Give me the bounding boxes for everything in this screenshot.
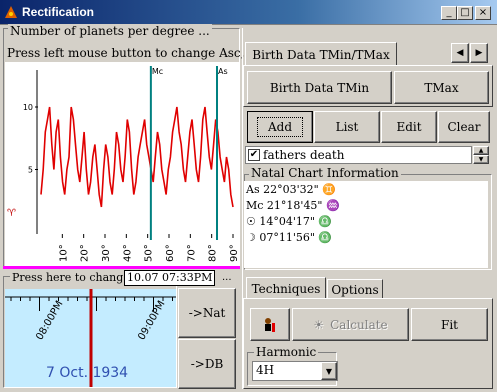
tab-scroll-right[interactable]: ▶: [470, 43, 488, 63]
natal-line: As 22°03'32" ♊: [246, 183, 336, 196]
event-checkbox[interactable]: ✔: [248, 149, 260, 161]
x-tick-label: 10°: [58, 244, 69, 262]
y-tick-label: 10: [23, 103, 33, 112]
time-tooltip: 10.07 07:33PM: [124, 270, 216, 286]
add-button-label: Add: [256, 117, 304, 137]
harmonic-label: Harmonic: [254, 345, 319, 359]
birth-tmin-button[interactable]: Birth Data TMin: [247, 71, 392, 104]
harmonic-value: 4H: [256, 363, 275, 377]
planet-chart[interactable]: 10 5 ♈ Mc As 10° 20° 30° 40° 50° 60° 70° 80° 90°: [5, 62, 240, 266]
series-line: [40, 106, 234, 208]
tab-scroll-left[interactable]: ◀: [451, 43, 469, 63]
planet-chart-svg: 10 5 ♈ Mc As 10° 20° 30° 40° 50° 60° 70° 80° 90°: [7, 66, 240, 262]
event-row: ✔ fathers death: [245, 146, 472, 164]
harmonic-select[interactable]: 4H ▼: [252, 361, 338, 381]
fit-button[interactable]: Fit: [411, 308, 488, 341]
x-tick-label: 70°: [186, 244, 197, 262]
natal-line: ☉ 14°04'17" ♎: [246, 215, 333, 228]
add-button[interactable]: Add: [247, 111, 313, 143]
tab-options[interactable]: Options: [327, 279, 383, 299]
x-tick-label: 50°: [144, 244, 155, 262]
natal-group-label: Natal Chart Information: [249, 166, 401, 180]
to-db-button[interactable]: ->DB: [178, 339, 236, 389]
calculate-button[interactable]: ☀ Calculate: [292, 308, 409, 341]
planets-group-label: Number of planets per degree ...: [8, 24, 212, 38]
tmax-button[interactable]: TMax: [394, 71, 489, 104]
minimize-button[interactable]: _: [441, 6, 457, 20]
close-button[interactable]: ×: [475, 6, 491, 20]
natal-info-box: As 22°03'32" ♊ Mc 21°18'45" ♒ ☉ 14°04'17" …: [244, 181, 488, 268]
timeline[interactable]: 08:00PM 09:00PM 7 Oct. 1934: [5, 289, 176, 387]
event-check-label: fathers death: [263, 148, 345, 162]
marker-label: Mc: [152, 67, 163, 76]
to-nat-button[interactable]: ->Nat: [178, 288, 236, 338]
spin-down[interactable]: ▼: [473, 155, 489, 164]
tab-birth-data[interactable]: Birth Data TMin/TMax: [245, 42, 397, 66]
window-title: Rectification: [22, 5, 95, 19]
wizard-icon: [265, 317, 275, 332]
calculate-label: Calculate: [330, 317, 388, 332]
edit-button[interactable]: Edit: [381, 111, 437, 143]
app-icon: [3, 4, 19, 20]
timeline-label: 09:00PM: [136, 299, 167, 342]
clear-button[interactable]: Clear: [438, 111, 490, 143]
x-tick-label: 20°: [80, 244, 91, 262]
natal-line: ☽ 07°11'56" ♎: [246, 231, 333, 244]
x-tick-label: 90°: [229, 244, 239, 262]
press-asc-label: Press left mouse button to change Asc,: [7, 46, 245, 60]
title-bar: Rectification _ □ ×: [0, 0, 497, 25]
sun-icon: ☀: [313, 317, 325, 332]
x-tick-label: 30°: [101, 244, 112, 262]
list-button[interactable]: List: [314, 111, 380, 143]
overflow-dots: ...: [222, 272, 232, 283]
maximize-button[interactable]: □: [457, 6, 473, 20]
natal-line: Mc 21°18'45" ♒: [246, 199, 340, 212]
divider: [3, 266, 240, 269]
y-tick-label: 5: [28, 166, 33, 175]
wizard-button[interactable]: [250, 308, 290, 341]
marker-label: As: [218, 67, 228, 76]
press-change-label: Press here to chang: [10, 271, 126, 284]
tab-techniques[interactable]: Techniques: [246, 277, 326, 299]
spin-up[interactable]: ▲: [473, 146, 489, 155]
x-tick-label: 80°: [208, 244, 219, 262]
chevron-down-icon[interactable]: ▼: [321, 362, 337, 380]
x-tick-label: 40°: [122, 244, 133, 262]
origin-glyph: ♈: [7, 208, 16, 219]
timeline-date: 7 Oct. 1934: [46, 365, 129, 381]
x-tick-label: 60°: [165, 244, 176, 262]
